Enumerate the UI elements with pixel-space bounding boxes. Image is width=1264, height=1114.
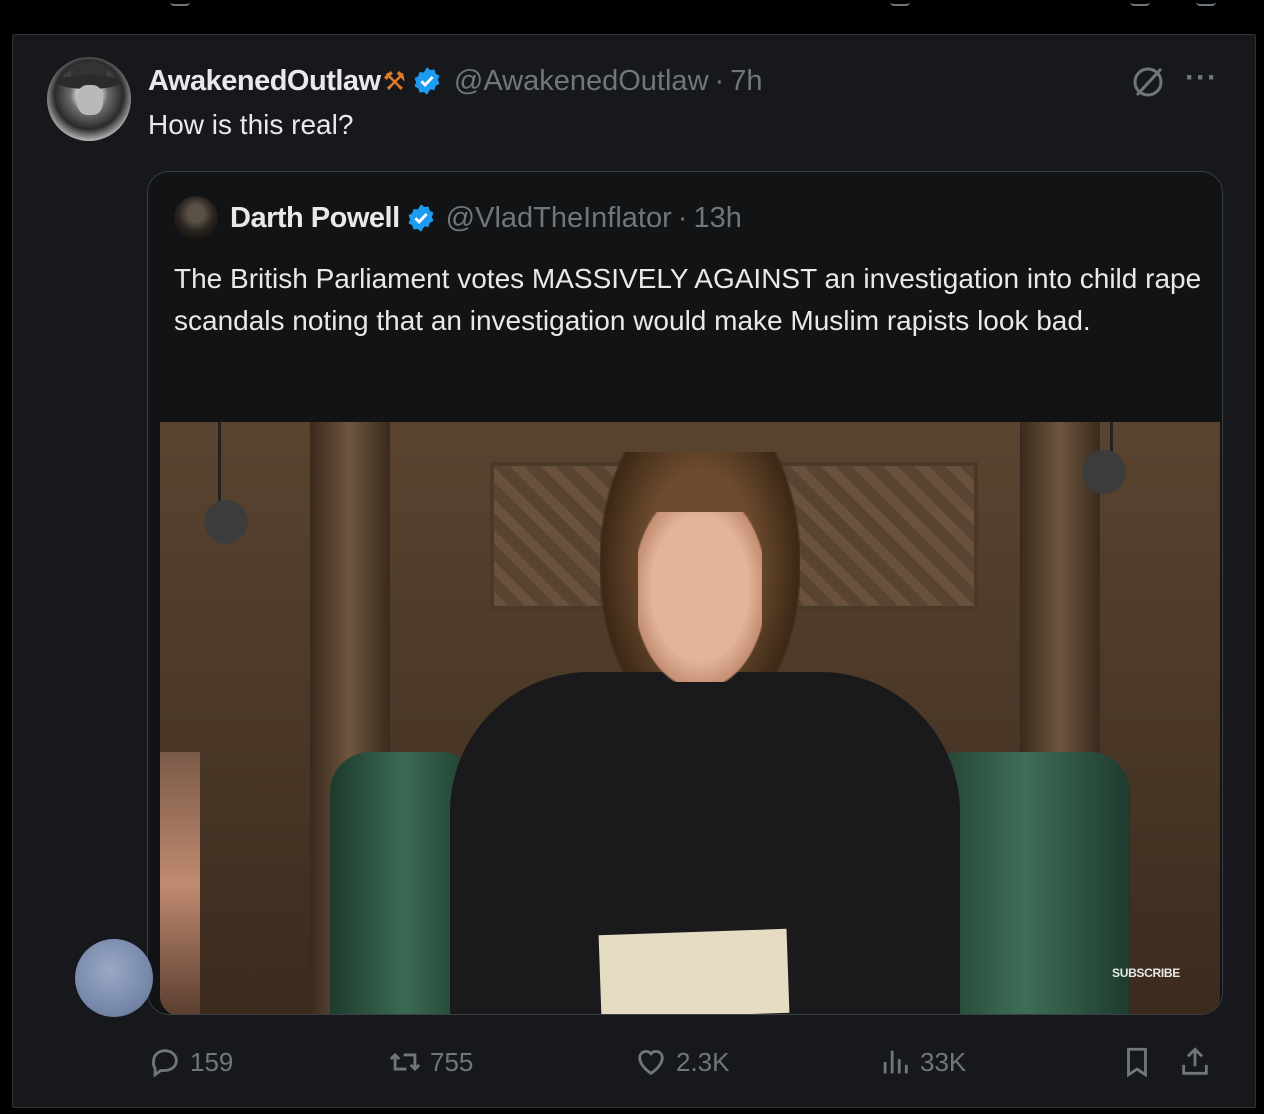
action-bar: 159 755 2.3K 33K xyxy=(148,1045,1228,1089)
like-icon xyxy=(638,1050,664,1076)
avatar[interactable] xyxy=(47,57,131,141)
avatar-face xyxy=(77,85,103,115)
quoted-media-video[interactable]: SUBSCRIBE xyxy=(160,422,1220,1014)
quoted-avatar[interactable] xyxy=(174,196,218,240)
quoted-post[interactable]: Darth Powell @VladTheInflator · 13h The … xyxy=(147,171,1223,1015)
repost-count: 755 xyxy=(430,1046,474,1077)
author-name[interactable]: AwakenedOutlaw xyxy=(148,65,381,98)
speaker-face xyxy=(638,512,762,682)
quoted-header: Darth Powell @VladTheInflator · 13h xyxy=(174,196,742,240)
quoted-author-handle[interactable]: @VladTheInflator xyxy=(446,202,672,235)
bookmark-icon xyxy=(1127,1047,1147,1078)
microphone xyxy=(1082,450,1126,494)
top-bar-remnant xyxy=(0,0,1264,32)
post-header: AwakenedOutlaw ⚒ @AwakenedOutlaw · 7h xyxy=(148,61,762,101)
mic-wire xyxy=(218,422,221,502)
like-button[interactable]: 2.3K xyxy=(634,1045,730,1079)
reply-count: 159 xyxy=(190,1046,234,1077)
share-button[interactable] xyxy=(1178,1045,1220,1079)
more-icon[interactable]: ··· xyxy=(1185,63,1225,101)
views-count: 33K xyxy=(920,1046,967,1077)
microphone xyxy=(204,500,248,544)
video-overlay-subscribe: SUBSCRIBE xyxy=(1112,966,1180,980)
separator-dot: · xyxy=(677,201,688,234)
separator-dot: · xyxy=(714,64,725,97)
verified-badge-icon xyxy=(414,67,440,95)
repost-button[interactable]: 755 xyxy=(388,1045,473,1079)
grok-icon[interactable] xyxy=(1129,63,1167,101)
author-handle[interactable]: @AwakenedOutlaw xyxy=(454,65,709,98)
person-at-edge xyxy=(160,752,200,1014)
top-icon-fragment xyxy=(1130,0,1150,6)
quoted-author-name[interactable]: Darth Powell xyxy=(230,202,400,235)
mic-wire xyxy=(1110,422,1113,452)
views-icon xyxy=(883,1050,908,1074)
verified-badge-icon xyxy=(408,204,434,232)
cursor-touch-indicator xyxy=(75,939,153,1017)
bookmark-button[interactable] xyxy=(1120,1045,1162,1079)
repost-icon xyxy=(389,1052,421,1072)
papers-in-hand xyxy=(598,928,790,1014)
top-icon-fragment xyxy=(890,0,910,6)
quoted-timestamp[interactable]: 13h xyxy=(693,202,741,235)
top-icon-fragment xyxy=(170,0,190,6)
quoted-text: The British Parliament votes MASSIVELY A… xyxy=(174,263,1202,336)
post-card[interactable]: AwakenedOutlaw ⚒ @AwakenedOutlaw · 7h ··… xyxy=(12,34,1256,1108)
hammer-pick-emoji: ⚒ xyxy=(382,65,406,96)
top-icon-fragment xyxy=(1196,0,1216,6)
reply-button[interactable]: 159 xyxy=(148,1045,233,1079)
post-text: How is this real? xyxy=(148,109,354,140)
share-icon xyxy=(1182,1047,1208,1075)
post-timestamp[interactable]: 7h xyxy=(730,65,762,98)
views-button[interactable]: 33K xyxy=(878,1045,966,1079)
like-count: 2.3K xyxy=(676,1046,730,1077)
reply-icon xyxy=(151,1049,178,1078)
